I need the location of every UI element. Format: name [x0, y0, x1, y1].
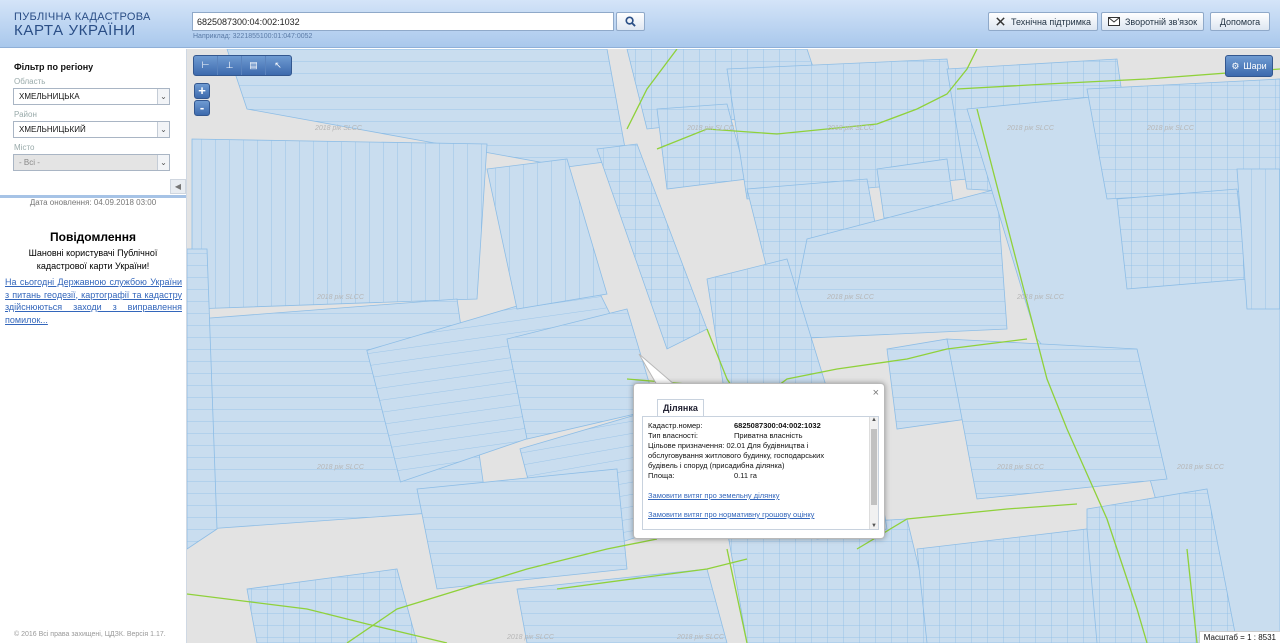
popup-body: Кадастр.номер: 6825087300:04:002:1032 Тип…: [642, 416, 879, 530]
cadnum-row: Кадастр.номер: 6825087300:04:002:1032: [648, 421, 821, 431]
area-key: Площа:: [648, 471, 675, 480]
tools-icon: [996, 17, 1005, 26]
city-label: Місто: [14, 143, 35, 152]
watermark: 2018 рік SLCC: [506, 633, 555, 641]
order-extract-link[interactable]: Замовити витяг про земельну ділянку: [648, 491, 780, 500]
copyright: © 2016 Всі права захищені, ЦДЗК. Версія …: [14, 631, 166, 638]
ownership-value: Приватна власність: [734, 431, 803, 440]
watermark: 2018 рік SLCC: [1006, 124, 1055, 132]
search-hint: Наприклад: 3221855100:01:047:0052: [193, 33, 313, 40]
purpose-key: Цільове призначення:: [648, 441, 725, 450]
close-icon[interactable]: ×: [873, 387, 879, 399]
watermark: 2018 рік SLCC: [314, 124, 363, 132]
oblast-label: Область: [14, 77, 46, 86]
chevron-up-icon[interactable]: ▲: [870, 417, 878, 423]
map-toolbar: ⊢ ⊥ ▤ ↖: [193, 55, 292, 76]
watermark: 2018 рік SLCC: [1176, 463, 1225, 471]
ownership-row: Тип власності: Приватна власність: [648, 431, 803, 441]
watermark: 2018 рік SLCC: [676, 633, 725, 641]
layers-button[interactable]: ⚙ Шари: [1225, 55, 1273, 77]
watermark: 2018 рік SLCC: [316, 463, 365, 471]
region-filter: Фільтр по регіону Область ХМЕЛЬНИЦЬКА ⌄ …: [0, 49, 186, 195]
cursor-info-icon: ↖: [274, 60, 282, 70]
watermark: 2018 рік SLCC: [686, 124, 735, 132]
watermark: 2018 рік SLCC: [1016, 293, 1065, 301]
purpose-row: Цільове призначення: 02.01 Для будівницт…: [648, 441, 838, 471]
area-row: Площа: 0.11 га: [648, 471, 757, 481]
chevron-down-icon: ⌄: [157, 122, 169, 137]
tab-parcel[interactable]: Ділянка: [657, 399, 704, 417]
search-button[interactable]: [616, 12, 645, 31]
watermark: 2018 рік SLCC: [826, 124, 875, 132]
watermark: 2018 рік SLCC: [316, 293, 365, 301]
ruler-icon: ⊢: [201, 60, 210, 70]
order-valuation-link[interactable]: Замовити витяг про нормативну грошову оц…: [648, 510, 814, 519]
chevron-down-icon[interactable]: ▼: [870, 523, 878, 529]
measure-distance-button[interactable]: ⊢: [194, 56, 218, 75]
ownership-key: Тип власності:: [648, 431, 698, 440]
help-label: Допомога: [1219, 16, 1261, 27]
area-icon: ⊥: [225, 60, 234, 70]
search-input[interactable]: [192, 12, 614, 31]
rayon-label: Район: [14, 110, 37, 119]
print-button[interactable]: ▤: [242, 56, 266, 75]
parcel-popup: × Ділянка Кадастр.номер: 6825087300:04:00…: [633, 383, 885, 539]
app: ПУБЛІЧНА КАДАСТРОВА КАРТА УКРАЇНИ Наприк…: [0, 0, 1280, 643]
rayon-select[interactable]: ХМЕЛЬНИЦЬКИЙ ⌄: [13, 121, 170, 138]
support-label: Технічна підтримка: [1011, 16, 1092, 27]
header: ПУБЛІЧНА КАДАСТРОВА КАРТА УКРАЇНИ Наприк…: [0, 0, 1280, 48]
layers-label: Шари: [1243, 61, 1267, 71]
logo-line2: КАРТА УКРАЇНИ: [14, 22, 136, 39]
notice-title: Повідомлення: [50, 230, 136, 244]
update-date: Дата оновлення: 04.09.2018 03:00: [29, 198, 157, 207]
collapse-sidebar-button[interactable]: ◀: [170, 179, 186, 194]
rayon-value: ХМЕЛЬНИЦЬКИЙ: [19, 125, 86, 134]
cadnum-key: Кадастр.номер:: [648, 421, 703, 430]
scroll-thumb[interactable]: [871, 429, 877, 505]
popup-scrollbar[interactable]: ▲ ▼: [869, 417, 878, 529]
oblast-value: ХМЕЛЬНИЦЬКА: [19, 92, 80, 101]
notice-greeting: Шановні користувачі Публічної кадастрово…: [28, 248, 158, 271]
watermark: 2018 рік SLCC: [1146, 124, 1195, 132]
gear-icon: ⚙: [1231, 60, 1240, 71]
mail-icon: [1108, 17, 1120, 26]
scale-label: Масштаб = 1 : 8531: [1198, 631, 1280, 643]
cadnum-value: 6825087300:04:002:1032: [734, 421, 821, 430]
support-button[interactable]: Технічна підтримка: [988, 12, 1099, 31]
notice-link[interactable]: На сьогодні Державною службою України з …: [5, 276, 182, 326]
area-value: 0.11 га: [734, 471, 757, 480]
city-value: - Всі -: [19, 158, 40, 167]
map-canvas[interactable]: 2018 рік SLCC 2018 рік SLCC 2018 рік SLC…: [187, 49, 1280, 643]
print-icon: ▤: [249, 60, 258, 70]
help-button[interactable]: Допомога: [1210, 12, 1270, 31]
search-icon: [625, 16, 636, 27]
measure-area-button[interactable]: ⊥: [218, 56, 242, 75]
zoom-out-button[interactable]: -: [194, 100, 210, 116]
oblast-select[interactable]: ХМЕЛЬНИЦЬКА ⌄: [13, 88, 170, 105]
chevron-down-icon: ⌄: [157, 155, 169, 170]
watermark: 2018 рік SLCC: [826, 293, 875, 301]
sidebar: Фільтр по регіону Область ХМЕЛЬНИЦЬКА ⌄ …: [0, 49, 187, 643]
cadastral-map[interactable]: 2018 рік SLCC 2018 рік SLCC 2018 рік SLC…: [187, 49, 1280, 643]
zoom-in-button[interactable]: +: [194, 83, 210, 99]
identify-button[interactable]: ↖: [266, 56, 290, 75]
logo[interactable]: ПУБЛІЧНА КАДАСТРОВА КАРТА УКРАЇНИ: [14, 11, 151, 39]
city-select[interactable]: - Всі - ⌄: [13, 154, 170, 171]
watermark: 2018 рік SLCC: [996, 463, 1045, 471]
feedback-label: Зворотній зв'язок: [1125, 16, 1198, 27]
filter-title: Фільтр по регіону: [14, 62, 94, 72]
feedback-button[interactable]: Зворотній зв'язок: [1101, 12, 1205, 31]
chevron-down-icon: ⌄: [157, 89, 169, 104]
